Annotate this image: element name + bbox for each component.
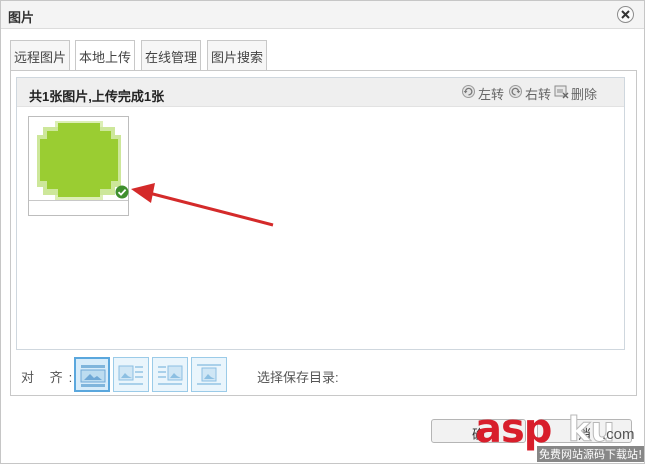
align-right-icon bbox=[158, 365, 183, 385]
watermark-tld: .com bbox=[602, 426, 635, 443]
dialog-titlebar: 图片 bbox=[1, 1, 644, 29]
align-center-option[interactable] bbox=[191, 357, 227, 392]
rotate-left-icon bbox=[462, 85, 475, 98]
align-right-option[interactable] bbox=[152, 357, 188, 392]
image-dialog: 图片 远程图片 本地上传 在线管理 图片搜索 共1张图片,上传完成1张 左转 右… bbox=[0, 0, 645, 464]
align-none-option[interactable] bbox=[74, 357, 110, 392]
upload-area: 共1张图片,上传完成1张 左转 右转 删除 bbox=[16, 77, 625, 350]
image-caption-bar bbox=[29, 200, 128, 215]
upload-status-text: 共1张图片,上传完成1张 bbox=[29, 89, 165, 104]
upload-panel: 共1张图片,上传完成1张 左转 右转 删除 bbox=[10, 70, 637, 396]
site-watermark: asp ku .com 免费网站源码下载站! bbox=[475, 406, 645, 464]
upload-status-bar: 共1张图片,上传完成1张 左转 右转 删除 bbox=[17, 78, 624, 107]
watermark-tagline: 免费网站源码下载站! bbox=[537, 446, 645, 462]
tab-online-manage[interactable]: 在线管理 bbox=[141, 40, 201, 70]
dialog-title: 图片 bbox=[8, 10, 35, 25]
tab-image-search[interactable]: 图片搜索 bbox=[207, 40, 267, 70]
align-none-icon bbox=[80, 365, 106, 387]
align-label: 对 齐: bbox=[21, 370, 79, 385]
align-center-icon bbox=[197, 364, 221, 385]
close-button[interactable] bbox=[617, 6, 634, 23]
close-icon bbox=[621, 10, 630, 19]
delete-image-icon bbox=[554, 85, 569, 99]
uploaded-image-item[interactable] bbox=[28, 116, 129, 216]
align-left-icon bbox=[118, 365, 143, 385]
tab-remote-image[interactable]: 远程图片 bbox=[10, 40, 70, 70]
tab-local-upload[interactable]: 本地上传 bbox=[75, 40, 135, 71]
annotation-arrow bbox=[131, 183, 274, 227]
rotate-right-icon bbox=[509, 85, 522, 98]
image-options-row: 对 齐: 选择保存目录: bbox=[11, 357, 611, 393]
align-left-option[interactable] bbox=[113, 357, 149, 392]
save-directory-label: 选择保存目录: bbox=[257, 370, 339, 385]
uploaded-image-thumbnail bbox=[31, 119, 126, 201]
